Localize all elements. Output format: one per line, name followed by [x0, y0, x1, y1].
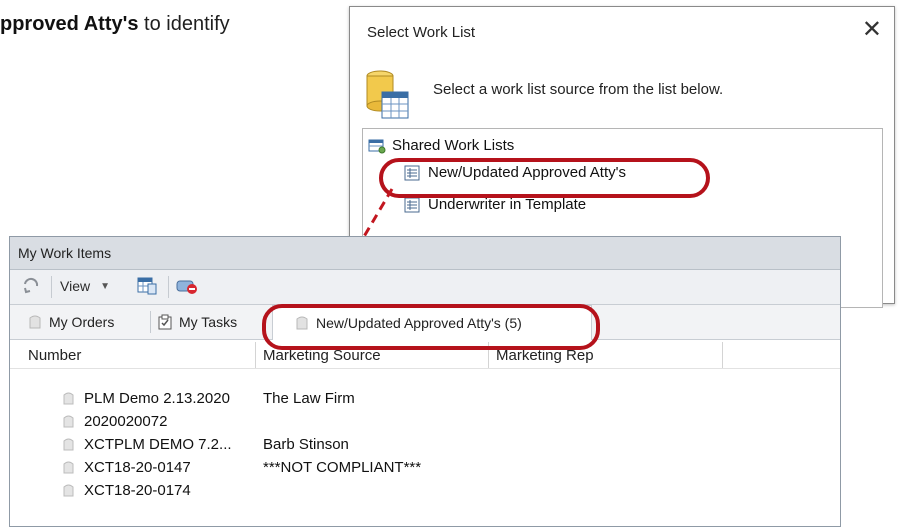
table-row[interactable]: XCT18-20-0174 — [10, 479, 840, 502]
cell-number: 2020020072 — [84, 413, 168, 430]
orders-icon — [295, 315, 309, 331]
cell-marketing-source: Barb Stinson — [263, 436, 349, 453]
view-label: View — [60, 278, 91, 294]
table-row[interactable]: PLM Demo 2.13.2020 The Law Firm — [10, 387, 840, 410]
work-item-tabs: My Orders My Tasks New/Updated Approved … — [10, 305, 840, 340]
tree-root-shared-work-lists[interactable]: Shared Work Lists — [368, 137, 514, 154]
chevron-down-icon: ▼ — [100, 280, 110, 292]
tree-item-underwriter-template[interactable]: Underwriter in Template — [404, 196, 586, 213]
table-row[interactable]: XCT18-20-0147 ***NOT COMPLIANT*** — [10, 456, 840, 479]
cell-number: XCT18-20-0147 — [84, 459, 191, 476]
order-icon — [62, 391, 75, 405]
view-menu-button[interactable]: View ▼ — [60, 275, 110, 297]
my-work-items-panel: My Work Items View ▼ My Orders My Tasks … — [9, 236, 841, 527]
table-row[interactable]: 2020020072 — [10, 410, 840, 433]
instruction-bold: pproved Atty's — [0, 13, 139, 35]
order-icon — [62, 414, 75, 428]
tab-label: My Orders — [49, 313, 115, 330]
refresh-icon[interactable] — [22, 275, 40, 297]
grid-icon[interactable] — [137, 275, 157, 297]
tab-label: My Tasks — [179, 313, 238, 330]
tree-item-label: Underwriter in Template — [428, 196, 587, 213]
panel-title-bar: My Work Items — [10, 237, 840, 270]
tree-root-label: Shared Work Lists — [392, 137, 515, 154]
dialog-prompt: Select a work list source from the list … — [433, 81, 724, 98]
panel-toolbar: View ▼ — [10, 270, 840, 305]
remove-worklist-icon[interactable] — [176, 275, 198, 297]
dialog-title: Select Work List — [367, 24, 476, 41]
order-icon — [62, 483, 75, 497]
column-header-marketing-source[interactable]: Marketing Source — [263, 347, 381, 364]
panel-title: My Work Items — [18, 245, 112, 261]
order-icon — [62, 437, 75, 451]
cell-number: XCTPLM DEMO 7.2... — [84, 436, 232, 453]
tree-item-label: New/Updated Approved Atty's — [428, 164, 626, 181]
list-icon — [404, 165, 420, 181]
column-header-marketing-rep[interactable]: Marketing Rep — [496, 347, 594, 364]
tasks-icon — [158, 314, 172, 330]
orders-icon — [28, 314, 42, 330]
tab-my-orders[interactable]: My Orders — [20, 305, 150, 338]
column-header-number[interactable]: Number — [28, 347, 81, 364]
tab-new-updated-approved-attys[interactable]: New/Updated Approved Atty's (5) — [272, 305, 592, 340]
cell-number: XCT18-20-0174 — [84, 482, 191, 499]
order-icon — [62, 460, 75, 474]
instruction-rest: to identify — [138, 13, 230, 35]
close-icon[interactable]: ✕ — [862, 15, 882, 45]
tab-my-tasks[interactable]: My Tasks — [158, 305, 263, 338]
table-row[interactable]: XCTPLM DEMO 7.2... Barb Stinson — [10, 433, 840, 456]
cell-number: PLM Demo 2.13.2020 — [84, 390, 230, 407]
grid-header: Number Marketing Source Marketing Rep — [10, 342, 840, 369]
cell-marketing-source: ***NOT COMPLIANT*** — [263, 459, 422, 476]
instruction-text: pproved Atty's to identify — [0, 13, 230, 36]
tree-item-new-updated-approved[interactable]: New/Updated Approved Atty's — [404, 164, 626, 181]
cell-marketing-source: The Law Firm — [263, 390, 355, 407]
shared-lists-icon — [368, 138, 386, 154]
tab-label: New/Updated Approved Atty's (5) — [316, 315, 522, 331]
database-list-icon — [364, 68, 412, 122]
